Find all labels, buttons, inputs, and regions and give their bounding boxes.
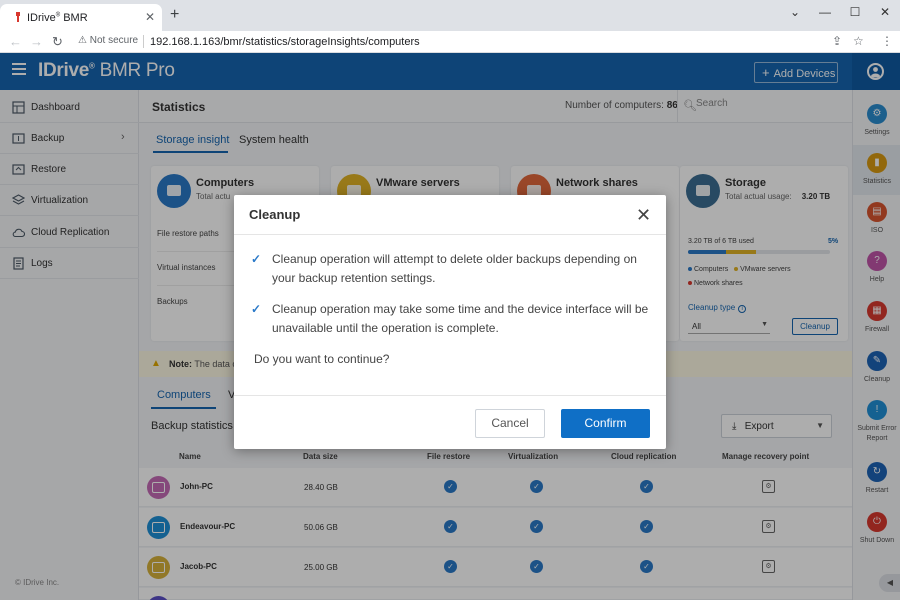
dialog-message-2: Cleanup operation may take some time and… — [272, 302, 649, 335]
browser-toolbar: ← → ↻ ⚠ Not secure 192.168.1.163/bmr/sta… — [0, 31, 900, 53]
check-icon: ✓ — [251, 252, 262, 266]
url-divider — [143, 35, 144, 48]
reload-icon[interactable]: ↻ — [52, 34, 63, 49]
browser-tab-bar: IDrive® BMR ✕ + ⌄ — ☐ ✕ — [0, 0, 900, 31]
new-tab-button[interactable]: + — [170, 7, 179, 23]
idrive-favicon-icon — [16, 12, 20, 22]
tab-close-icon[interactable]: ✕ — [145, 10, 155, 24]
confirm-button[interactable]: Confirm — [561, 409, 650, 438]
share-icon[interactable]: ⇪ — [832, 34, 842, 48]
dialog-question: Do you want to continue? — [254, 352, 390, 366]
dialog-title: Cleanup — [249, 207, 301, 222]
tab-title: IDrive® BMR — [27, 12, 88, 24]
bookmark-star-icon[interactable]: ☆ — [853, 34, 864, 48]
close-icon[interactable]: ✕ — [636, 206, 651, 224]
cancel-button[interactable]: Cancel — [475, 409, 545, 438]
security-indicator[interactable]: ⚠ Not secure — [78, 35, 138, 46]
close-window-button[interactable]: ✕ — [875, 5, 895, 19]
browser-menu-icon[interactable]: ⋮ — [881, 34, 893, 48]
tab-search-icon[interactable]: ⌄ — [785, 5, 805, 19]
dialog-divider — [234, 395, 666, 396]
security-label: Not secure — [89, 35, 139, 46]
back-arrow-icon[interactable]: ← — [9, 34, 22, 49]
address-bar[interactable]: 192.168.1.163/bmr/statistics/storageInsi… — [150, 36, 420, 48]
minimize-button[interactable]: — — [815, 5, 835, 19]
dialog-message-1: Cleanup operation will attempt to delete… — [272, 252, 637, 285]
forward-arrow-icon[interactable]: → — [30, 34, 43, 49]
check-icon: ✓ — [251, 302, 262, 316]
maximize-button[interactable]: ☐ — [845, 5, 865, 19]
cleanup-dialog: Cleanup ✕ ✓ Cleanup operation will attem… — [234, 195, 666, 449]
dialog-divider — [234, 234, 666, 235]
browser-tab[interactable]: IDrive® BMR ✕ — [0, 4, 162, 31]
